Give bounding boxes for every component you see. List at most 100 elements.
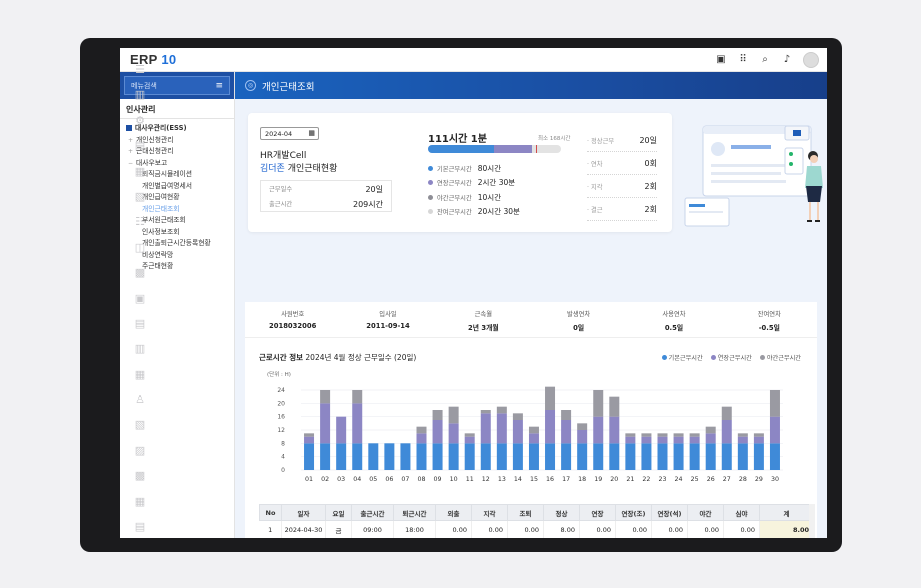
- column-header[interactable]: 퇴근시간: [393, 504, 436, 521]
- x-tick-label: 16: [546, 476, 554, 483]
- column-header[interactable]: 일자: [281, 504, 326, 521]
- x-tick-label: 10: [450, 476, 458, 483]
- rail-menu-icon[interactable]: ▨: [134, 444, 146, 457]
- rail-menu-icon[interactable]: ▧: [134, 419, 146, 431]
- x-tick-label: 17: [562, 476, 570, 483]
- rail-menu-icon[interactable]: ☰: [134, 64, 146, 76]
- bar-segment: [545, 386, 556, 410]
- rail-menu-icon[interactable]: ▥: [134, 343, 146, 355]
- bar-segment: [609, 416, 620, 444]
- employee-info-row: 사원번호 2018032006 입사일 2011-09-14 근속월 2년 3개월 발생연차…: [245, 302, 817, 338]
- bar-segment: [673, 433, 684, 437]
- bar-segment: [320, 390, 331, 404]
- rail-menu-icon[interactable]: ▩: [134, 267, 146, 279]
- table-cell: 18:00: [393, 520, 436, 538]
- rail-menu-icon[interactable]: ⚙: [134, 114, 146, 127]
- department-name: HR개발Cell: [260, 151, 307, 161]
- legend-value: 20시간 30분: [477, 207, 520, 217]
- bar-segment: [528, 426, 539, 434]
- bar-segment: [464, 436, 475, 444]
- info-value: 0.5일: [664, 324, 684, 332]
- bar-segment: [496, 406, 507, 414]
- column-header[interactable]: 출근시간: [351, 504, 394, 521]
- bar-segment: [753, 443, 764, 470]
- bar-segment: [689, 433, 700, 437]
- help-icon[interactable]: ▣: [715, 54, 727, 66]
- rail-menu-icon[interactable]: ▤: [134, 317, 146, 330]
- bar-segment: [448, 443, 459, 470]
- search-icon[interactable]: ≡: [215, 81, 223, 91]
- legend-dot: [428, 165, 433, 171]
- info-cell: 사용연차 0.5일: [626, 302, 721, 337]
- x-tick-label: 18: [578, 476, 586, 483]
- y-tick-label: 4: [281, 454, 285, 461]
- legend-item: 잔여근무시간 20시간 30분: [428, 205, 520, 220]
- bar-segment: [753, 433, 764, 437]
- bar-segment: [593, 443, 604, 470]
- column-header[interactable]: 조퇴: [507, 504, 544, 521]
- page-icon: ◎: [245, 80, 256, 91]
- y-tick-label: 8: [281, 440, 285, 447]
- table-cell: 0.00: [507, 520, 544, 538]
- column-header[interactable]: 야간: [687, 504, 724, 521]
- rail-menu-icon[interactable]: ▤: [134, 140, 146, 152]
- x-tick-label: 25: [691, 476, 699, 483]
- x-tick-label: 08: [417, 476, 425, 483]
- rail-menu-icon[interactable]: ▦: [134, 165, 146, 178]
- apps-grid-icon[interactable]: ⠿: [737, 54, 749, 66]
- rail-menu-icon[interactable]: ▣: [134, 292, 146, 305]
- column-header[interactable]: 연장: [579, 504, 616, 521]
- bar-segment: [480, 443, 491, 470]
- top-icons: ▣ ⠿ ⌕ ♪: [715, 51, 819, 68]
- rail-menu-icon[interactable]: ▦: [134, 368, 146, 381]
- rail-menu-icon[interactable]: ▦: [134, 495, 146, 508]
- bar-segment: [464, 443, 475, 470]
- chart-legend-dot: [661, 355, 667, 360]
- column-header[interactable]: 계: [759, 504, 814, 521]
- rail-menu-icon[interactable]: ♙: [134, 394, 146, 406]
- bar-segment: [769, 443, 780, 470]
- search-icon[interactable]: ⌕: [759, 54, 771, 66]
- x-tick-label: 24: [675, 476, 683, 483]
- bar-segment: [545, 410, 556, 444]
- column-header[interactable]: No: [259, 504, 282, 521]
- rail-menu-icon[interactable]: ▤: [134, 521, 146, 533]
- column-header[interactable]: 지각: [471, 504, 508, 521]
- rail-menu-icon[interactable]: ◫: [134, 241, 146, 254]
- column-header[interactable]: 정상: [543, 504, 580, 521]
- bell-icon[interactable]: ♪: [781, 54, 793, 66]
- table-cell: 0.00: [471, 520, 508, 538]
- legend-label: 야간근무시간: [437, 194, 472, 202]
- rail-menu-icon[interactable]: ▥: [134, 89, 146, 101]
- bar-segment: [528, 443, 539, 470]
- bar-segment: [384, 443, 395, 470]
- bar-segment: [641, 436, 652, 444]
- calendar-icon[interactable]: ▦: [308, 129, 315, 137]
- rail-menu-icon[interactable]: ☷: [134, 216, 146, 228]
- table-scrollbar[interactable]: [809, 504, 815, 538]
- count-value: 2회: [644, 181, 657, 191]
- column-header[interactable]: 요일: [325, 504, 352, 521]
- column-header[interactable]: 연장(석): [651, 504, 688, 521]
- bar-segment: [657, 436, 668, 444]
- count-row: · 지각 2회: [587, 175, 657, 198]
- column-header[interactable]: 심야: [723, 504, 760, 521]
- bar-segment: [625, 443, 636, 470]
- bar-segment: [721, 406, 732, 420]
- avatar[interactable]: [803, 51, 819, 68]
- table-row[interactable]: 1 2024-04-30 금 09:00 18:00 0.00 0.00 0.00 8.00 0.…: [259, 520, 814, 538]
- bar-segment: [657, 433, 668, 437]
- column-header[interactable]: 외출: [435, 504, 472, 521]
- y-tick-label: 20: [277, 400, 285, 407]
- attendance-counts: · 정상근무 20일 · 연차 0회 · 지각 2회 · 결근 2회: [587, 129, 657, 221]
- rail-menu-icon[interactable]: ▧: [134, 190, 146, 203]
- bar-segment: [769, 390, 780, 417]
- legend-value: 10시간: [477, 192, 502, 202]
- chart-legend-dot: [710, 355, 716, 360]
- legend-label: 연장근무시간: [437, 180, 472, 188]
- count-row: · 연차 0회: [587, 152, 657, 175]
- column-header[interactable]: 연장(조): [615, 504, 652, 521]
- count-value: 20일: [639, 135, 657, 145]
- rail-menu-icon[interactable]: ▩: [134, 470, 146, 482]
- month-picker[interactable]: 2024-04 ▦: [260, 127, 319, 140]
